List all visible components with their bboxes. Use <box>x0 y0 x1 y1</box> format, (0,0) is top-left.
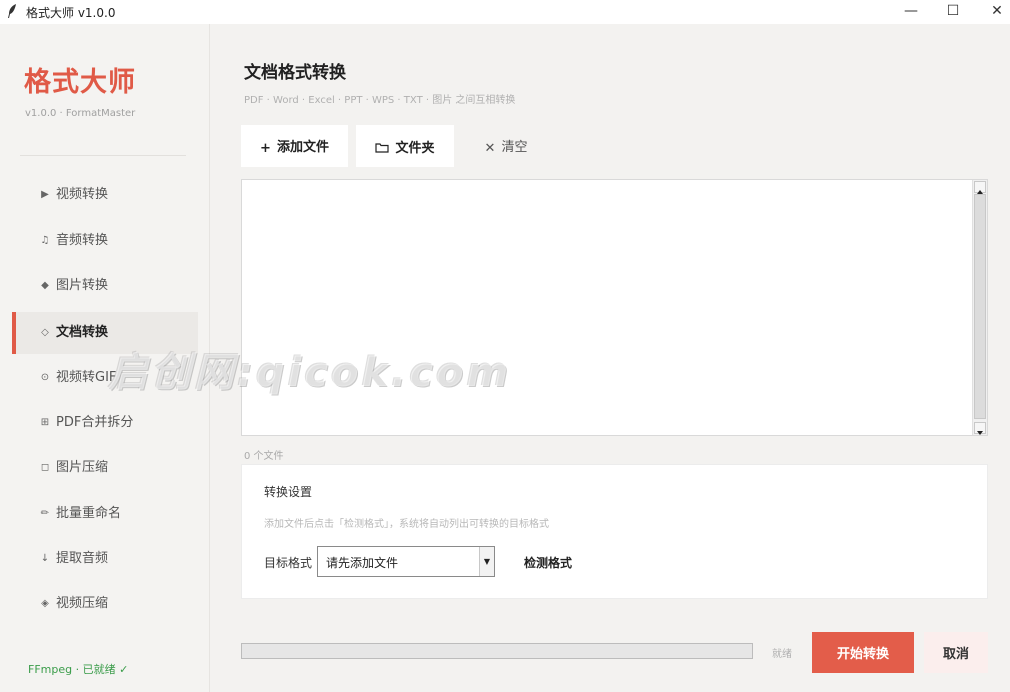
page-title: 文档格式转换 <box>244 63 346 83</box>
target-format-value: 请先添加文件 <box>326 556 399 570</box>
diamond-outline-icon: ◇ <box>41 327 49 338</box>
diamond-icon: ◆ <box>41 280 49 291</box>
sidebar-item-label: 提取音频 <box>56 551 109 566</box>
scroll-down-button[interactable] <box>974 422 986 435</box>
folder-button[interactable]: 文件夹 <box>356 125 454 167</box>
sidebar-divider <box>20 155 186 156</box>
status-text: 就绪 <box>772 649 792 660</box>
sidebar-item-pdf-merge-split[interactable]: ⊞ PDF合并拆分 <box>12 402 198 444</box>
scroll-up-button[interactable] <box>974 181 986 194</box>
minimize-button[interactable]: — <box>888 0 934 24</box>
folder-icon <box>375 142 390 153</box>
maximize-button[interactable]: ☐ <box>930 0 976 24</box>
folder-label: 文件夹 <box>395 140 435 156</box>
dropdown-arrow-icon[interactable]: ▼ <box>479 547 494 576</box>
feather-icon <box>8 4 16 18</box>
sidebar-item-label: 视频压缩 <box>56 596 109 611</box>
sidebar-item-label: 文档转换 <box>56 325 109 340</box>
cancel-button[interactable]: 取消 <box>924 632 988 673</box>
triangle-down-icon <box>977 431 983 435</box>
diamond-dot-icon: ◈ <box>41 598 49 609</box>
sidebar-item-video-convert[interactable]: ▶ 视频转换 <box>12 174 198 216</box>
sidebar-item-label: 视频转换 <box>56 187 109 202</box>
target-format-label: 目标格式 <box>264 556 313 570</box>
circle-dot-icon: ⊙ <box>40 372 50 383</box>
play-icon: ▶ <box>41 189 49 200</box>
window-titlebar: 格式大师 v1.0.0 — ☐ ✕ <box>0 0 1010 24</box>
settings-title: 转换设置 <box>264 485 313 499</box>
file-count: 0 个文件 <box>244 451 284 462</box>
conversion-settings-panel: 转换设置 添加文件后点击「检测格式」，系统将自动列出可转换的目标格式 目标格式 … <box>241 464 988 599</box>
target-format-select[interactable]: 请先添加文件 ▼ <box>317 546 495 577</box>
app-brand: 格式大师 <box>24 67 136 98</box>
close-window-button[interactable]: ✕ <box>974 0 1010 24</box>
scroll-thumb[interactable] <box>974 194 986 419</box>
square-icon: ◻ <box>40 462 50 473</box>
window-title: 格式大师 v1.0.0 <box>26 6 116 20</box>
arrow-down-icon: ↓ <box>40 553 50 564</box>
grid-icon: ⊞ <box>40 417 50 428</box>
sidebar-item-image-convert[interactable]: ◆ 图片转换 <box>12 265 198 307</box>
add-files-label: 添加文件 <box>276 140 329 155</box>
app-version: v1.0.0 · FormatMaster <box>25 108 136 119</box>
start-convert-button[interactable]: 开始转换 <box>812 632 914 673</box>
watermark: 启创网:qicok.com <box>108 350 512 396</box>
clear-button[interactable]: ✕ 清空 <box>472 125 540 167</box>
sidebar-item-image-compress[interactable]: ◻ 图片压缩 <box>12 447 198 489</box>
pencil-icon: ✏ <box>40 508 50 519</box>
sidebar-item-label: 批量重命名 <box>56 506 122 521</box>
detect-format-button[interactable]: 检测格式 <box>524 554 572 571</box>
settings-hint: 添加文件后点击「检测格式」，系统将自动列出可转换的目标格式 <box>264 519 549 530</box>
sidebar-item-label: 图片压缩 <box>56 460 109 475</box>
clear-label: 清空 <box>501 140 528 155</box>
add-files-button[interactable]: + 添加文件 <box>241 125 348 167</box>
music-note-icon: ♫ <box>40 235 50 246</box>
sidebar-item-label: 音频转换 <box>56 233 109 248</box>
page-subtitle: PDF · Word · Excel · PPT · WPS · TXT · 图… <box>244 95 516 106</box>
ffmpeg-status: FFmpeg · 已就绪 ✓ <box>28 663 129 676</box>
sidebar-item-video-compress[interactable]: ◈ 视频压缩 <box>12 583 198 625</box>
file-list-scrollbar[interactable] <box>972 180 987 435</box>
close-icon: ✕ <box>484 141 496 156</box>
sidebar-item-label: 图片转换 <box>56 278 109 293</box>
sidebar-item-label: PDF合并拆分 <box>56 415 134 430</box>
sidebar-item-audio-convert[interactable]: ♫ 音频转换 <box>12 220 198 262</box>
sidebar-item-batch-rename[interactable]: ✏ 批量重命名 <box>12 493 198 535</box>
plus-icon: + <box>260 141 271 156</box>
sidebar-item-extract-audio[interactable]: ↓ 提取音频 <box>12 538 198 580</box>
progress-bar <box>241 643 753 659</box>
